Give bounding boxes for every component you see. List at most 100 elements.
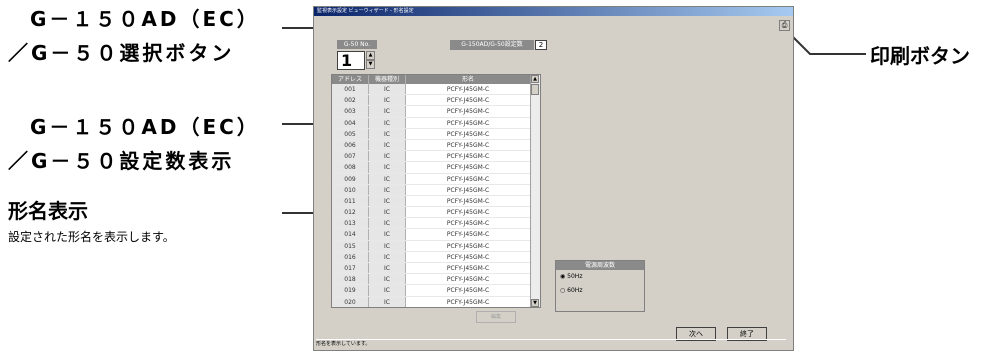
table-row[interactable]: 014 IC PCFY-J45GM-C — [332, 229, 540, 241]
leader-line-print — [785, 29, 866, 55]
cell-device-type: IC — [369, 128, 406, 139]
cell-device-type: IC — [369, 162, 406, 173]
cell-model-name: PCFY-J45GM-C — [406, 195, 531, 207]
cell-address: 015 — [332, 240, 369, 251]
cell-device-type: IC — [369, 218, 406, 229]
table-row[interactable]: 002 IC PCFY-J45GM-C — [332, 95, 540, 107]
table-row[interactable]: 015 IC PCFY-J45GM-C — [332, 240, 540, 252]
cell-device-type: IC — [369, 296, 406, 307]
cell-device-type: IC — [369, 285, 406, 296]
header-device-type: 機器種別 — [369, 75, 406, 84]
cell-address: 004 — [332, 117, 369, 128]
cell-device-type: IC — [369, 117, 406, 128]
table-row[interactable]: 012 IC PCFY-J45GM-C — [332, 207, 540, 219]
scroll-down-icon[interactable]: ▼ — [531, 299, 539, 307]
cell-model-name: PCFY-J45GM-C — [406, 207, 531, 218]
cell-address: 007 — [332, 151, 369, 162]
cell-device-type: IC — [369, 151, 406, 162]
table-row[interactable]: 010 IC PCFY-J45GM-C — [332, 184, 540, 196]
scroll-up-icon[interactable]: ▲ — [531, 75, 539, 83]
cell-device-type: IC — [369, 263, 406, 274]
window-title: 監視表示設定 ビューウィザード - 形名設定 — [314, 7, 793, 16]
table-row[interactable]: 008 IC PCFY-J45GM-C — [332, 162, 540, 174]
cell-model-name: PCFY-J45GM-C — [406, 151, 531, 162]
cell-address: 011 — [332, 195, 369, 207]
cell-address: 010 — [332, 184, 369, 195]
cell-model-name: PCFY-J45GM-C — [406, 95, 531, 106]
cell-model-name: PCFY-J45GM-C — [406, 240, 531, 251]
cell-device-type: IC — [369, 184, 406, 195]
cell-model-name: PCFY-J45GM-C — [406, 117, 531, 128]
chevron-up-icon[interactable]: ▲ — [366, 51, 375, 60]
setting-count-value: 2 — [535, 40, 547, 50]
app-window: 監視表示設定 ビューウィザード - 形名設定 G-50 No. 1 ▲ ▼ G-… — [313, 6, 794, 351]
cell-model-name: PCFY-J45GM-C — [406, 173, 531, 184]
cell-address: 017 — [332, 263, 369, 274]
cell-device-type: IC — [369, 106, 406, 117]
table-scrollbar[interactable]: ▲ ▼ — [530, 75, 540, 307]
table-row[interactable]: 007 IC PCFY-J45GM-C — [332, 151, 540, 163]
scroll-thumb[interactable] — [531, 84, 539, 95]
table-row[interactable]: 017 IC PCFY-J45GM-C — [332, 263, 540, 275]
cell-model-name: PCFY-J45GM-C — [406, 128, 531, 139]
frequency-label: 電源周波数 — [556, 261, 644, 270]
cell-address: 013 — [332, 218, 369, 229]
cell-device-type: IC — [369, 195, 406, 207]
cell-address: 018 — [332, 274, 369, 285]
cell-address: 008 — [332, 162, 369, 173]
table-row[interactable]: 016 IC PCFY-J45GM-C — [332, 251, 540, 263]
cell-model-name: PCFY-J45GM-C — [406, 84, 531, 95]
radio-60hz[interactable]: ○ 60Hz — [556, 284, 644, 298]
cell-address: 003 — [332, 106, 369, 117]
cell-model-name: PCFY-J45GM-C — [406, 229, 531, 240]
cell-model-name: PCFY-J45GM-C — [406, 184, 531, 195]
radio-selected-icon: ◉ — [560, 273, 566, 280]
cell-address: 014 — [332, 229, 369, 240]
table-body: 001 IC PCFY-J45GM-C 002 IC PCFY-J45GM-C 003 IC P… — [332, 84, 540, 307]
cell-model-name: PCFY-J45GM-C — [406, 251, 531, 262]
cell-device-type: IC — [369, 240, 406, 251]
print-button[interactable]: ⎙ — [779, 20, 790, 31]
chevron-down-icon[interactable]: ▼ — [366, 60, 375, 69]
header-address: アドレス — [332, 75, 369, 84]
edit-button[interactable]: 編集 — [476, 311, 516, 323]
table-row[interactable]: 003 IC PCFY-J45GM-C — [332, 106, 540, 118]
cell-address: 020 — [332, 296, 369, 307]
cell-model-name: PCFY-J45GM-C — [406, 139, 531, 151]
cell-device-type: IC — [369, 274, 406, 285]
cell-address: 002 — [332, 95, 369, 106]
radio-unselected-icon: ○ — [560, 287, 566, 294]
table-row[interactable]: 004 IC PCFY-J45GM-C — [332, 117, 540, 129]
frequency-group: 電源周波数 ◉ 50Hz ○ 60Hz — [555, 260, 645, 312]
g50-label: G-50 No. — [337, 40, 377, 49]
table-row[interactable]: 001 IC PCFY-J45GM-C — [332, 84, 540, 96]
cell-address: 012 — [332, 207, 369, 218]
cell-address: 006 — [332, 139, 369, 151]
table-row[interactable]: 009 IC PCFY-J45GM-C — [332, 173, 540, 185]
cell-device-type: IC — [369, 229, 406, 240]
cell-model-name: PCFY-J45GM-C — [406, 106, 531, 117]
header-model-name: 形名 — [406, 75, 531, 84]
cell-address: 016 — [332, 251, 369, 262]
table-row[interactable]: 013 IC PCFY-J45GM-C — [332, 218, 540, 230]
cell-model-name: PCFY-J45GM-C — [406, 285, 531, 296]
cell-device-type: IC — [369, 207, 406, 218]
g50-number-input[interactable]: 1 — [337, 51, 365, 70]
radio-50hz[interactable]: ◉ 50Hz — [556, 270, 644, 284]
table-row[interactable]: 005 IC PCFY-J45GM-C — [332, 128, 540, 140]
radio-60hz-label: 60Hz — [567, 287, 583, 294]
table-row[interactable]: 006 IC PCFY-J45GM-C — [332, 139, 540, 152]
cell-address: 009 — [332, 173, 369, 184]
cell-device-type: IC — [369, 139, 406, 151]
setting-count-label: G-150AD/G-50設定数 — [450, 40, 534, 50]
g50-spinner[interactable]: ▲ ▼ — [366, 51, 375, 70]
model-table: アドレス 機器種別 形名 001 IC PCFY-J45GM-C 002 IC PCFY-… — [331, 74, 541, 308]
cell-model-name: PCFY-J45GM-C — [406, 296, 531, 307]
table-row[interactable]: 011 IC PCFY-J45GM-C — [332, 195, 540, 208]
table-row[interactable]: 019 IC PCFY-J45GM-C — [332, 285, 540, 297]
cell-model-name: PCFY-J45GM-C — [406, 263, 531, 274]
table-row[interactable]: 020 IC PCFY-J45GM-C — [332, 296, 540, 307]
table-row[interactable]: 018 IC PCFY-J45GM-C — [332, 274, 540, 286]
cell-address: 005 — [332, 128, 369, 139]
cell-device-type: IC — [369, 173, 406, 184]
